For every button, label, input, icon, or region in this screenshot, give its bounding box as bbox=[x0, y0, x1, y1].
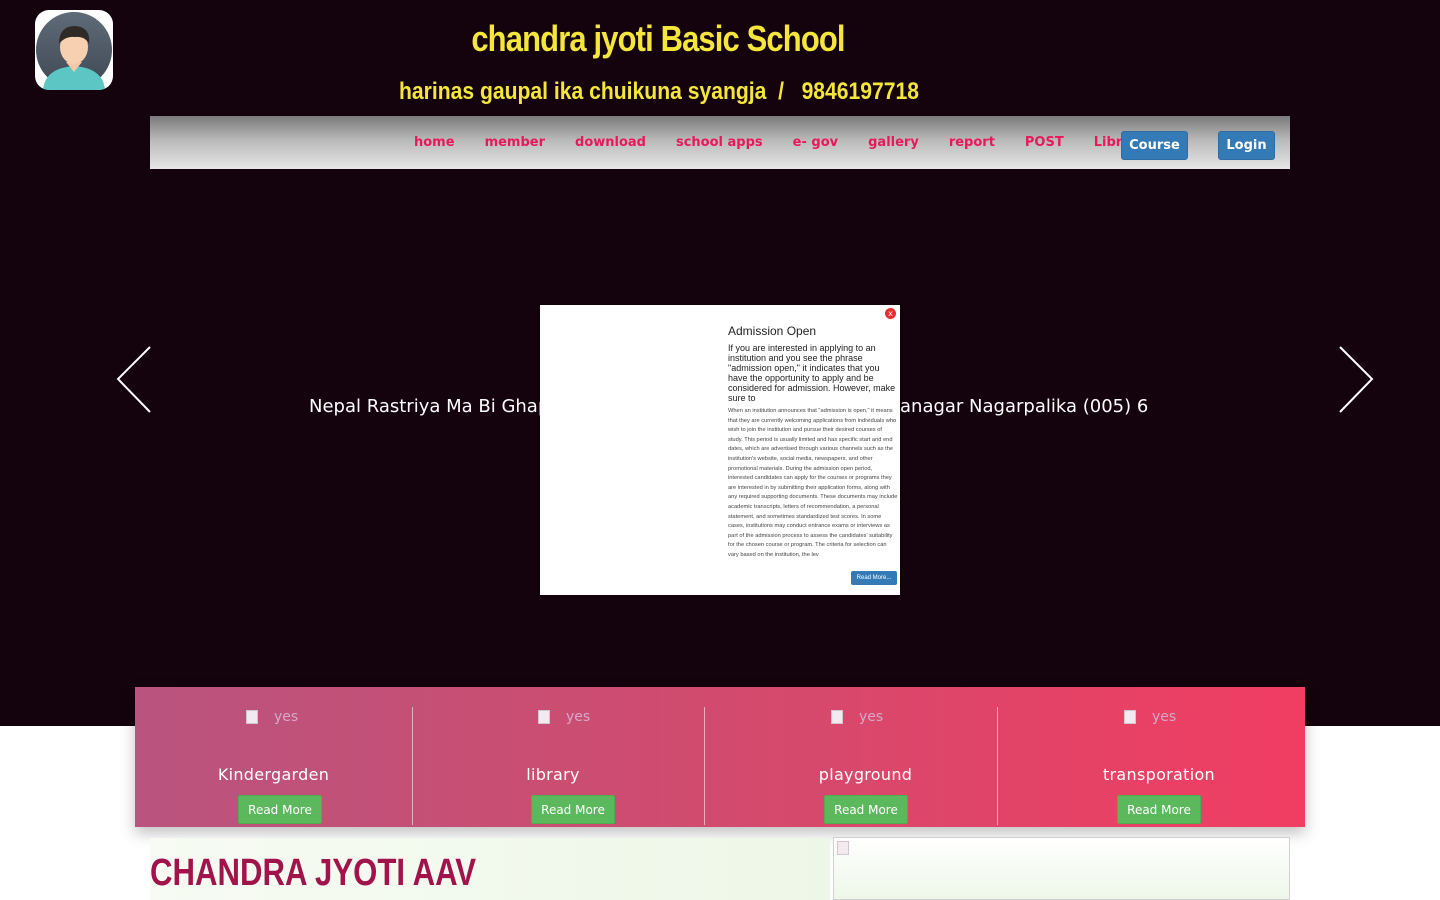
feature-title: playground bbox=[818, 765, 913, 784]
main-navbar: home member download school apps e- gov … bbox=[150, 116, 1290, 169]
broken-image-icon: yes bbox=[246, 707, 298, 727]
admission-popup: x Admission Open If you are interested i… bbox=[540, 305, 900, 595]
nav-member[interactable]: member bbox=[485, 135, 545, 150]
popup-title: Admission Open bbox=[728, 324, 817, 338]
slide-caption-left: Nepal Rastriya Ma Bi Ghap bbox=[309, 396, 550, 417]
broken-image-icon: yes bbox=[1124, 707, 1176, 727]
popup-lead-text: If you are interested in applying to an … bbox=[728, 343, 896, 403]
read-more-button[interactable]: Read More bbox=[238, 795, 322, 824]
feature-title: transporation bbox=[1102, 765, 1215, 784]
features-strip: yes Kindergarden Read More yes library R… bbox=[135, 687, 1305, 827]
about-heading: CHANDRA JYOTI AAV bbox=[150, 852, 477, 894]
nav-e-gov[interactable]: e- gov bbox=[793, 135, 838, 150]
feature-library: yes library Read More bbox=[412, 687, 704, 827]
feature-title: library bbox=[526, 765, 580, 784]
nav-school-apps[interactable]: school apps bbox=[676, 135, 763, 150]
feature-image-alt: yes bbox=[1152, 709, 1177, 725]
chevron-left-icon bbox=[116, 346, 151, 413]
slide-caption-right: anagar Nagarpalika (005) 6 bbox=[900, 396, 1149, 417]
close-icon[interactable]: x bbox=[885, 308, 896, 319]
nav-post[interactable]: POST bbox=[1025, 135, 1064, 150]
slider-next-button[interactable] bbox=[1336, 345, 1376, 415]
nav-gallery[interactable]: gallery bbox=[868, 135, 919, 150]
feature-kindergarden: yes Kindergarden Read More bbox=[135, 687, 412, 827]
feature-image-alt: yes bbox=[274, 709, 299, 725]
feature-title: Kindergarden bbox=[217, 765, 330, 784]
read-more-button[interactable]: Read More bbox=[824, 795, 908, 824]
nav-download[interactable]: download bbox=[575, 135, 646, 150]
read-more-button[interactable]: Read More bbox=[1117, 795, 1201, 824]
nav-home[interactable]: home bbox=[414, 135, 455, 150]
slider-prev-button[interactable] bbox=[114, 345, 154, 415]
broken-image-icon: yes bbox=[538, 707, 590, 727]
school-address-phone: harinas gaupal ika chuikuna syangja / 98… bbox=[398, 78, 920, 105]
chevron-right-icon bbox=[1339, 346, 1374, 413]
nav-report[interactable]: report bbox=[949, 135, 995, 150]
feature-transporation: yes transporation Read More bbox=[997, 687, 1305, 827]
popup-body-text: When an institution announces that "admi… bbox=[728, 408, 898, 558]
nav-links: home member download school apps e- gov … bbox=[414, 116, 1176, 169]
broken-image-icon: yes bbox=[831, 707, 883, 727]
feature-image-alt: yes bbox=[859, 709, 884, 725]
read-more-button[interactable]: Read More bbox=[531, 795, 615, 824]
feature-image-alt: yes bbox=[566, 709, 591, 725]
course-button[interactable]: Course bbox=[1121, 131, 1188, 160]
school-title: chandra jyoti Basic School bbox=[471, 18, 845, 59]
about-image bbox=[833, 837, 1290, 900]
feature-playground: yes playground Read More bbox=[704, 687, 997, 827]
broken-image-icon bbox=[837, 841, 849, 855]
login-button[interactable]: Login bbox=[1218, 131, 1275, 160]
hero-slider: chandra jyoti Basic School harinas gaupa… bbox=[0, 0, 1440, 726]
popup-read-more-button[interactable]: Read More... bbox=[851, 571, 897, 585]
